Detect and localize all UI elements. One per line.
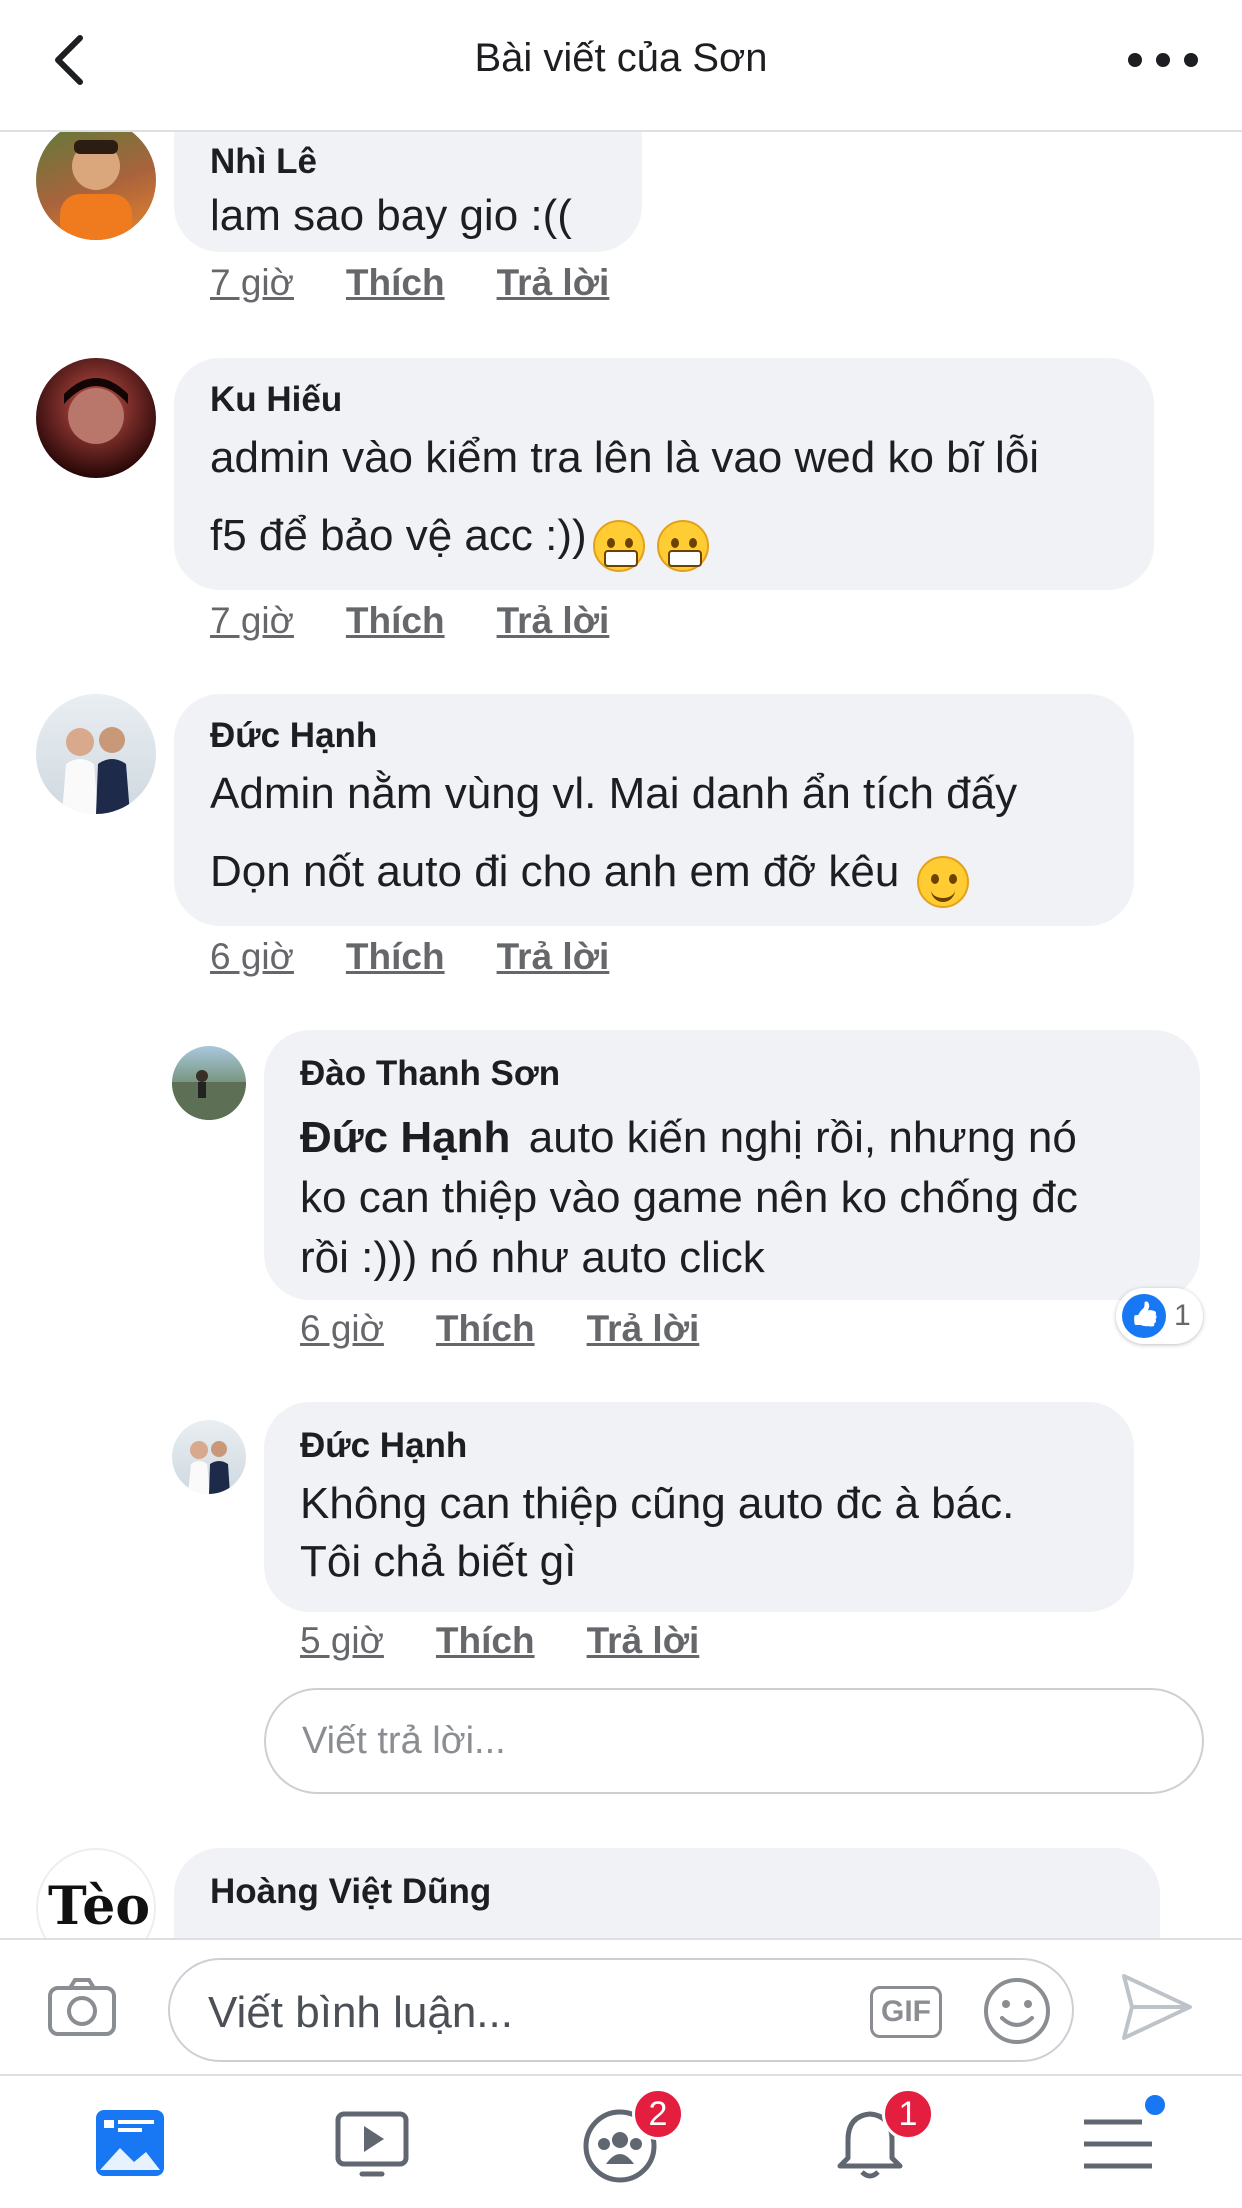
- comment-input[interactable]: Viết bình luận... GIF: [168, 1958, 1074, 2062]
- timestamp-link[interactable]: 5 giờ: [300, 1620, 384, 1662]
- reply-placeholder: Viết trả lời...: [302, 1719, 506, 1762]
- dot: [1128, 53, 1142, 67]
- dot: [1156, 53, 1170, 67]
- emoji-button[interactable]: [982, 1976, 1052, 2046]
- comments-feed[interactable]: Nhì Lê lam sao bay gio :(( 7 giờ Thích T…: [0, 132, 1242, 1938]
- timestamp-link[interactable]: 6 giờ: [300, 1308, 384, 1350]
- timestamp-link[interactable]: 6 giờ: [210, 936, 294, 978]
- like-link[interactable]: Thích: [346, 936, 445, 978]
- avatar[interactable]: Tèo: [36, 1848, 156, 1938]
- comment-text: rồi :))) nó như auto click: [300, 1233, 765, 1282]
- comment-bubble: Đức Hạnh Admin nằm vùng vl. Mai danh ẩn …: [174, 694, 1134, 926]
- comment-author[interactable]: Đào Thanh Sơn: [300, 1054, 560, 1094]
- more-options-button[interactable]: [1128, 36, 1198, 84]
- tab-menu[interactable]: [1078, 2092, 1168, 2184]
- camera-button[interactable]: [46, 1974, 118, 2040]
- top-navigation-bar: Bài viết của Sơn: [0, 0, 1242, 132]
- gif-button[interactable]: GIF: [870, 1986, 942, 2038]
- comment-actions: 7 giờ Thích Trả lời: [210, 262, 661, 304]
- comment-text-line: f5 để bảo vệ acc :)): [210, 498, 709, 574]
- reaction-count[interactable]: 1: [1116, 1288, 1203, 1344]
- comment-bubble: Hoàng Việt Dũng: [174, 1848, 1160, 1938]
- send-button[interactable]: [1118, 1968, 1196, 2046]
- timestamp-link[interactable]: 7 giờ: [210, 600, 294, 642]
- like-link[interactable]: Thích: [436, 1620, 535, 1662]
- avatar-image: [172, 1070, 246, 1120]
- grinning-emoji-icon: [656, 519, 709, 572]
- like-link[interactable]: Thích: [346, 262, 445, 304]
- avatar[interactable]: [36, 132, 156, 240]
- comment-text: lam sao bay gio :((: [210, 191, 572, 240]
- comment-author[interactable]: Ku Hiếu: [210, 380, 342, 420]
- avatar[interactable]: [172, 1046, 246, 1120]
- avatar-image: [64, 378, 128, 444]
- reply-link[interactable]: Trả lời: [497, 600, 610, 642]
- timestamp-link[interactable]: 7 giờ: [210, 262, 294, 304]
- comment-bubble: Nhì Lê lam sao bay gio :((: [174, 132, 642, 252]
- comment-bubble: Ku Hiếu admin vào kiểm tra lên là vao we…: [174, 358, 1154, 590]
- comment-text: Admin nằm vùng vl. Mai danh ẩn tích đấy: [210, 769, 1018, 818]
- page-title: Bài viết của Sơn: [474, 36, 768, 80]
- yum-emoji-icon: [917, 855, 970, 908]
- reply-bubble: Đức Hạnh Không can thiệp cũng auto đc à …: [264, 1402, 1134, 1612]
- camera-icon: [48, 1978, 116, 2036]
- comment-author[interactable]: Nhì Lê: [210, 142, 317, 182]
- comment-actions: 6 giờ Thích Trả lời: [210, 936, 661, 978]
- avatar-text: Tèo: [48, 1876, 151, 1937]
- like-link[interactable]: Thích: [346, 600, 445, 642]
- comment-text: admin vào kiểm tra lên là vao wed ko bĩ …: [210, 433, 1040, 482]
- reply-input[interactable]: Viết trả lời...: [264, 1688, 1204, 1794]
- comment-text: Tôi chả biết gì: [300, 1537, 577, 1586]
- comment-text-line: Đức Hạnh auto kiến nghị rồi, nhưng nó: [300, 1108, 1077, 1168]
- reaction-count-label: 1: [1174, 1299, 1191, 1332]
- bottom-tab-bar: 2 1: [0, 2074, 1242, 2208]
- tab-watch[interactable]: [332, 2104, 412, 2184]
- avatar-image: [60, 140, 132, 240]
- avatar-image: [62, 727, 130, 814]
- menu-notification-dot: [1142, 2092, 1168, 2118]
- comment-text: Dọn nốt auto đi cho anh em đỡ kêu: [210, 847, 900, 896]
- comment-composer: Viết bình luận... GIF: [0, 1938, 1242, 2074]
- like-link[interactable]: Thích: [436, 1308, 535, 1350]
- avatar-image: [188, 1441, 230, 1494]
- video-icon: [335, 2111, 409, 2177]
- avatar[interactable]: [36, 358, 156, 478]
- tab-news-feed[interactable]: [90, 2104, 170, 2184]
- comment-text: ko can thiệp vào game nên ko chống đc: [300, 1173, 1078, 1222]
- reply-link[interactable]: Trả lời: [587, 1620, 700, 1662]
- comment-actions: 5 giờ Thích Trả lời: [300, 1620, 751, 1662]
- menu-icon: [1084, 2119, 1152, 2169]
- comment-actions: 6 giờ Thích Trả lời: [300, 1308, 751, 1350]
- tab-groups[interactable]: 2: [580, 2088, 684, 2184]
- avatar[interactable]: [36, 694, 156, 814]
- reply-link[interactable]: Trả lời: [497, 936, 610, 978]
- notifications-badge: 1: [882, 2088, 934, 2140]
- news-feed-icon: [96, 2110, 164, 2176]
- grinning-emoji-icon: [592, 519, 645, 572]
- comment-author[interactable]: Đức Hạnh: [210, 716, 377, 756]
- reply-link[interactable]: Trả lời: [587, 1308, 700, 1350]
- like-icon: [1122, 1294, 1166, 1338]
- comment-placeholder: Viết bình luận...: [208, 1988, 513, 2037]
- comment-author[interactable]: Hoàng Việt Dũng: [210, 1872, 491, 1912]
- smiley-icon: [984, 1978, 1050, 2044]
- comment-author[interactable]: Đức Hạnh: [300, 1426, 467, 1466]
- groups-badge: 2: [632, 2088, 684, 2140]
- comment-text: auto kiến nghị rồi, nhưng nó: [528, 1113, 1077, 1162]
- mention-link[interactable]: Đức Hạnh: [300, 1113, 510, 1162]
- comment-text: f5 để bảo vệ acc :)): [210, 511, 587, 560]
- dot: [1184, 53, 1198, 67]
- reply-link[interactable]: Trả lời: [497, 262, 610, 304]
- tab-notifications[interactable]: 1: [830, 2088, 934, 2184]
- avatar[interactable]: [172, 1420, 246, 1494]
- comment-actions: 7 giờ Thích Trả lời: [210, 600, 661, 642]
- send-icon: [1122, 1974, 1192, 2040]
- comment-text-line: Dọn nốt auto đi cho anh em đỡ kêu: [210, 834, 970, 910]
- comment-text: Không can thiệp cũng auto đc à bác.: [300, 1479, 1015, 1528]
- reply-bubble: Đào Thanh Sơn Đức Hạnh auto kiến nghị rồ…: [264, 1030, 1200, 1300]
